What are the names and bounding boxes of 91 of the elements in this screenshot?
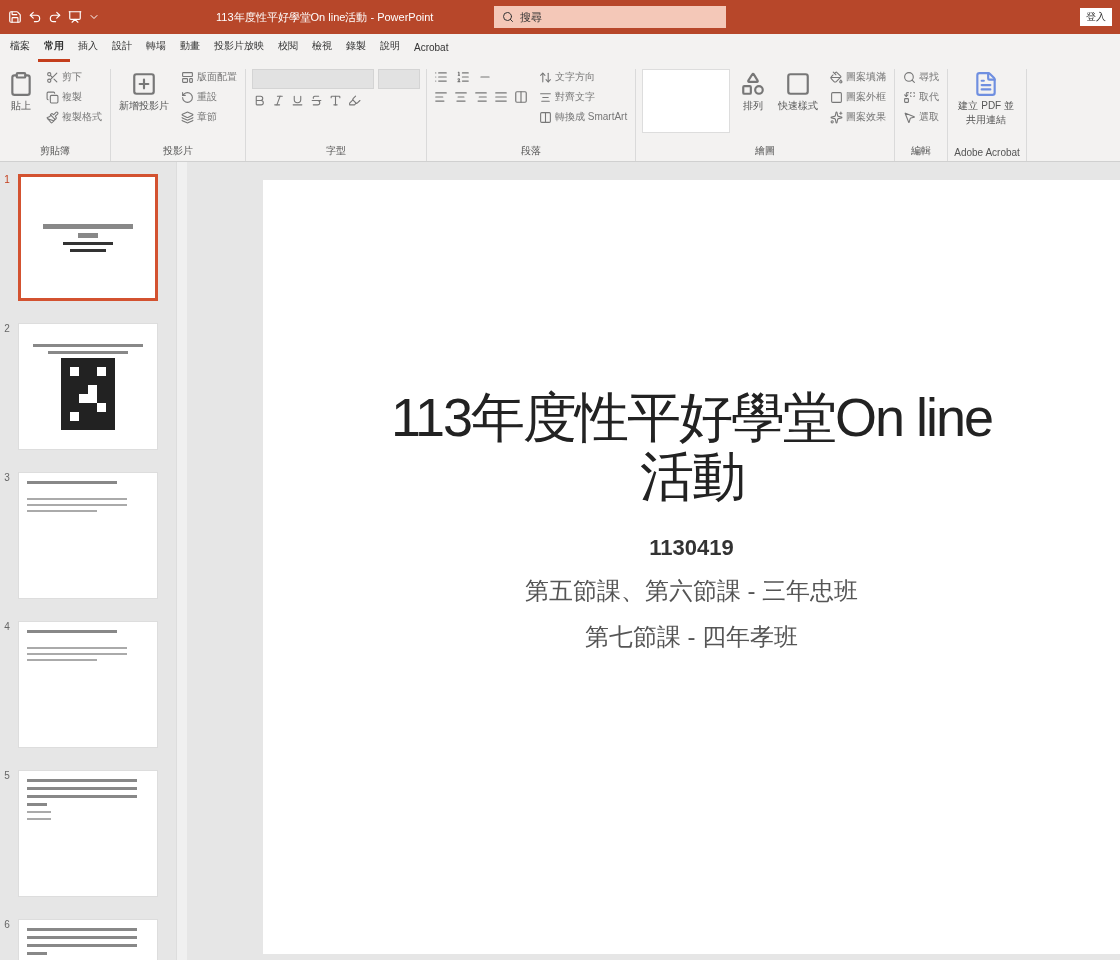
ribbon-button[interactable]: 複製格式 [44,109,104,125]
font-color-icon[interactable] [328,93,343,108]
ribbon-button[interactable]: 圖案效果 [828,109,889,125]
ribbon-tab[interactable]: 錄製 [340,39,372,62]
columns-icon[interactable] [513,89,529,105]
slide-number: 3 [3,472,11,483]
strikethrough-icon[interactable] [309,93,324,108]
sparkles-icon [830,110,844,124]
ribbon-button[interactable]: 剪下 [44,69,104,85]
save-icon[interactable] [8,10,22,24]
ribbon-button[interactable]: 貼上 [6,69,36,115]
ribbon-tab[interactable]: 校閱 [272,39,304,62]
slide-number: 6 [3,919,11,930]
window-title: 113年度性平好學堂On line活動 - PowerPoint [216,9,435,25]
slide-number: 4 [3,621,11,632]
ribbon-tab[interactable]: Acrobat [408,42,455,62]
replace-icon [903,90,917,104]
slide-subtitle: 第五節課、第六節課 - 三年忠班 [524,575,859,606]
slideshow-icon[interactable] [68,10,82,24]
align-right-icon[interactable] [473,89,489,105]
qr-code-icon [61,357,115,430]
redo-icon[interactable] [48,10,62,24]
clipboard-icon [8,71,34,97]
slide-date: 1130419 [649,534,734,561]
ribbon-tab[interactable]: 動畫 [174,39,206,62]
group-label: Adobe Acrobat [954,147,1020,160]
align-center-icon[interactable] [453,89,469,105]
underline-icon[interactable] [290,93,305,108]
plus-square-icon [131,71,157,97]
ribbon-tab[interactable]: 設計 [106,39,138,62]
scissors-icon [46,70,59,84]
ribbon-button[interactable]: 取代 [901,89,942,105]
reset-icon [181,90,194,104]
arrows-icon [539,70,552,84]
group-label: 段落 [520,144,543,158]
align-left-icon[interactable] [433,89,449,105]
ribbon-button[interactable]: 建立 PDF 並共用連結 [954,69,1019,129]
square-icon [785,71,812,97]
shapes-icon [740,71,767,97]
square-icon [830,90,844,104]
ribbon-button[interactable]: 複製 [44,89,104,105]
slide-subtitle: 第七節課 - 四年孝班 [584,621,799,652]
group-label: 繪圖 [754,144,777,158]
italic-icon[interactable] [271,93,286,108]
layout-icon [181,70,194,84]
slide-number: 1 [3,174,11,185]
group-label: 投影片 [162,144,194,158]
ribbon-tab[interactable]: 檢視 [306,39,338,62]
align-icon [539,90,552,104]
paint-bucket-icon [830,70,844,84]
ribbon-tab[interactable]: 插入 [72,39,104,62]
slide-thumbnail[interactable] [18,174,158,301]
ribbon-button[interactable]: 尋找 [901,69,942,85]
paintbrush-icon [46,110,59,124]
ribbon-tab[interactable]: 轉場 [140,39,172,62]
bullet-list-icon[interactable] [433,69,449,85]
ribbon-button[interactable]: 版面配置 [179,69,239,85]
ribbon-button[interactable]: 排列 [738,69,769,115]
highlighter-icon[interactable] [347,93,362,108]
numbered-list-icon[interactable] [455,69,471,85]
font-size-field[interactable] [378,69,420,89]
layers-icon [181,110,194,124]
ribbon-tab[interactable]: 檔案 [4,39,36,62]
ribbon-button[interactable]: 對齊文字 [537,89,630,105]
undo-icon[interactable] [28,10,42,24]
group-label: 字型 [325,144,347,158]
ribbon-button[interactable]: 圖案填滿 [828,69,889,85]
columns-icon [539,110,552,124]
sign-in-button[interactable]: 登入 [1080,8,1112,26]
group-label: 編輯 [910,144,933,158]
slide-number: 2 [3,323,11,334]
search-field[interactable]: 搜尋 [494,6,726,28]
group-label: 剪貼簿 [39,144,71,158]
pointer-icon [903,110,917,124]
ribbon-tab[interactable]: 說明 [374,39,406,62]
ribbon-button[interactable]: 圖案外框 [828,89,889,105]
ribbon-button[interactable]: 選取 [901,109,942,125]
ribbon-button[interactable]: 快速樣式 [776,69,821,115]
ribbon-button[interactable]: 章節 [179,109,239,125]
ribbon-tab[interactable]: 投影片放映 [208,39,270,62]
justify-icon[interactable] [493,89,509,105]
ribbon-button[interactable]: 文字方向 [537,69,630,85]
slide-number: 5 [3,770,11,781]
search-icon [903,70,917,84]
scrollbar[interactable] [176,162,187,960]
copy-icon [46,90,59,104]
ribbon-button[interactable]: 新增投影片 [117,69,171,115]
font-name-field[interactable] [252,69,374,89]
ribbon-button[interactable]: 轉換成 SmartArt [537,109,630,125]
ribbon-button[interactable]: 重設 [179,89,239,105]
slide-title: 113年度性平好學堂On line 活動 [389,388,994,507]
